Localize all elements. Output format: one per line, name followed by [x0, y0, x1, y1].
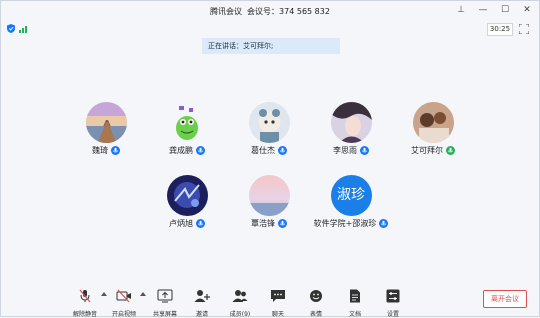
share-screen-icon: [157, 289, 173, 303]
members-icon: [232, 290, 248, 302]
microphone-speaking-icon: [446, 146, 455, 155]
avatar: [412, 102, 454, 143]
participant-name: 卢炳旭: [169, 219, 193, 228]
participant-tile[interactable]: 葛仕杰: [224, 102, 314, 156]
participant-name: 李思雨: [333, 146, 357, 155]
participant-name: 覃浩锋: [251, 219, 275, 228]
leave-meeting-button[interactable]: 离开会议: [483, 290, 527, 308]
avatar: [248, 102, 290, 143]
meeting-number: 会议号：374 565 832: [247, 7, 330, 16]
app-name: 腾讯会议: [210, 7, 243, 16]
participant-tile[interactable]: 卢炳旭: [142, 175, 232, 229]
participant-name: 葛仕杰: [251, 146, 275, 155]
participant-name: 龚成鹏: [169, 146, 193, 155]
signal-icon: [19, 26, 27, 33]
participant-tile[interactable]: 艾可拜尔: [388, 102, 478, 156]
microphone-icon: [379, 219, 389, 228]
emoji-icon: [310, 290, 322, 302]
mic-muted-icon: [79, 289, 91, 303]
chat-button[interactable]: 聊天: [260, 288, 296, 318]
meeting-timer: 30:25: [487, 23, 513, 36]
document-icon: [350, 289, 360, 303]
camera-off-icon: [116, 289, 131, 303]
participant-tile[interactable]: 魏琦: [61, 102, 151, 156]
invite-button[interactable]: 邀请: [184, 288, 220, 318]
chat-icon: [271, 290, 285, 302]
settings-button[interactable]: 设置: [375, 288, 411, 318]
reactions-button[interactable]: 表情: [298, 288, 334, 318]
microphone-icon: [360, 146, 369, 155]
avatar: [166, 175, 208, 216]
share-screen-button[interactable]: 共享屏幕: [147, 288, 183, 318]
avatar-initials: 淑珍: [330, 175, 372, 216]
avatar: [330, 102, 372, 143]
start-video-button[interactable]: 开启视频: [106, 288, 142, 318]
avatar: [85, 102, 127, 143]
status-row: 30:25: [1, 22, 539, 36]
avatar: [166, 102, 208, 143]
window-controls: ⊥ — ☐ ✕: [455, 4, 533, 16]
participant-tile[interactable]: 龚成鹏: [142, 102, 232, 156]
participant-name: 魏琦: [92, 146, 108, 155]
avatar: [248, 175, 290, 216]
microphone-icon: [196, 146, 205, 155]
fullscreen-icon[interactable]: [519, 24, 529, 34]
participant-tile[interactable]: 淑珍 软件学院+邵淑珍: [306, 175, 396, 229]
shield-icon[interactable]: [7, 24, 15, 33]
microphone-icon: [278, 219, 287, 228]
participant-name: 软件学院+邵淑珍: [313, 219, 377, 228]
settings-icon: [386, 289, 400, 303]
participant-tile[interactable]: 覃浩锋: [224, 175, 314, 229]
minimize-icon[interactable]: —: [477, 4, 489, 16]
pin-icon[interactable]: ⊥: [455, 4, 467, 16]
microphone-icon: [278, 146, 287, 155]
maximize-icon[interactable]: ☐: [499, 4, 511, 16]
speaking-banner: 正在讲话：艾可拜尔;: [202, 38, 340, 54]
members-button[interactable]: 成员(9): [222, 288, 258, 318]
microphone-icon: [196, 219, 205, 228]
add-user-icon: [194, 290, 210, 302]
video-options-caret[interactable]: [140, 292, 146, 296]
microphone-icon: [111, 146, 120, 155]
title-bar: 腾讯会议 会议号：374 565 832 ⊥ — ☐ ✕: [1, 1, 539, 23]
unmute-button[interactable]: 解除静音: [67, 288, 103, 318]
bottom-toolbar: 解除静音 开启视频 共享屏幕 邀请 成员(9) 聊天 表情 文档 设置: [1, 282, 539, 318]
meeting-window: 腾讯会议 会议号：374 565 832 ⊥ — ☐ ✕ 30:25 正在讲话：艾…: [0, 0, 540, 318]
participant-tile[interactable]: 李思雨: [306, 102, 396, 156]
docs-button[interactable]: 文档: [337, 288, 373, 318]
close-icon[interactable]: ✕: [521, 4, 533, 16]
participant-name: 艾可拜尔: [411, 146, 443, 155]
